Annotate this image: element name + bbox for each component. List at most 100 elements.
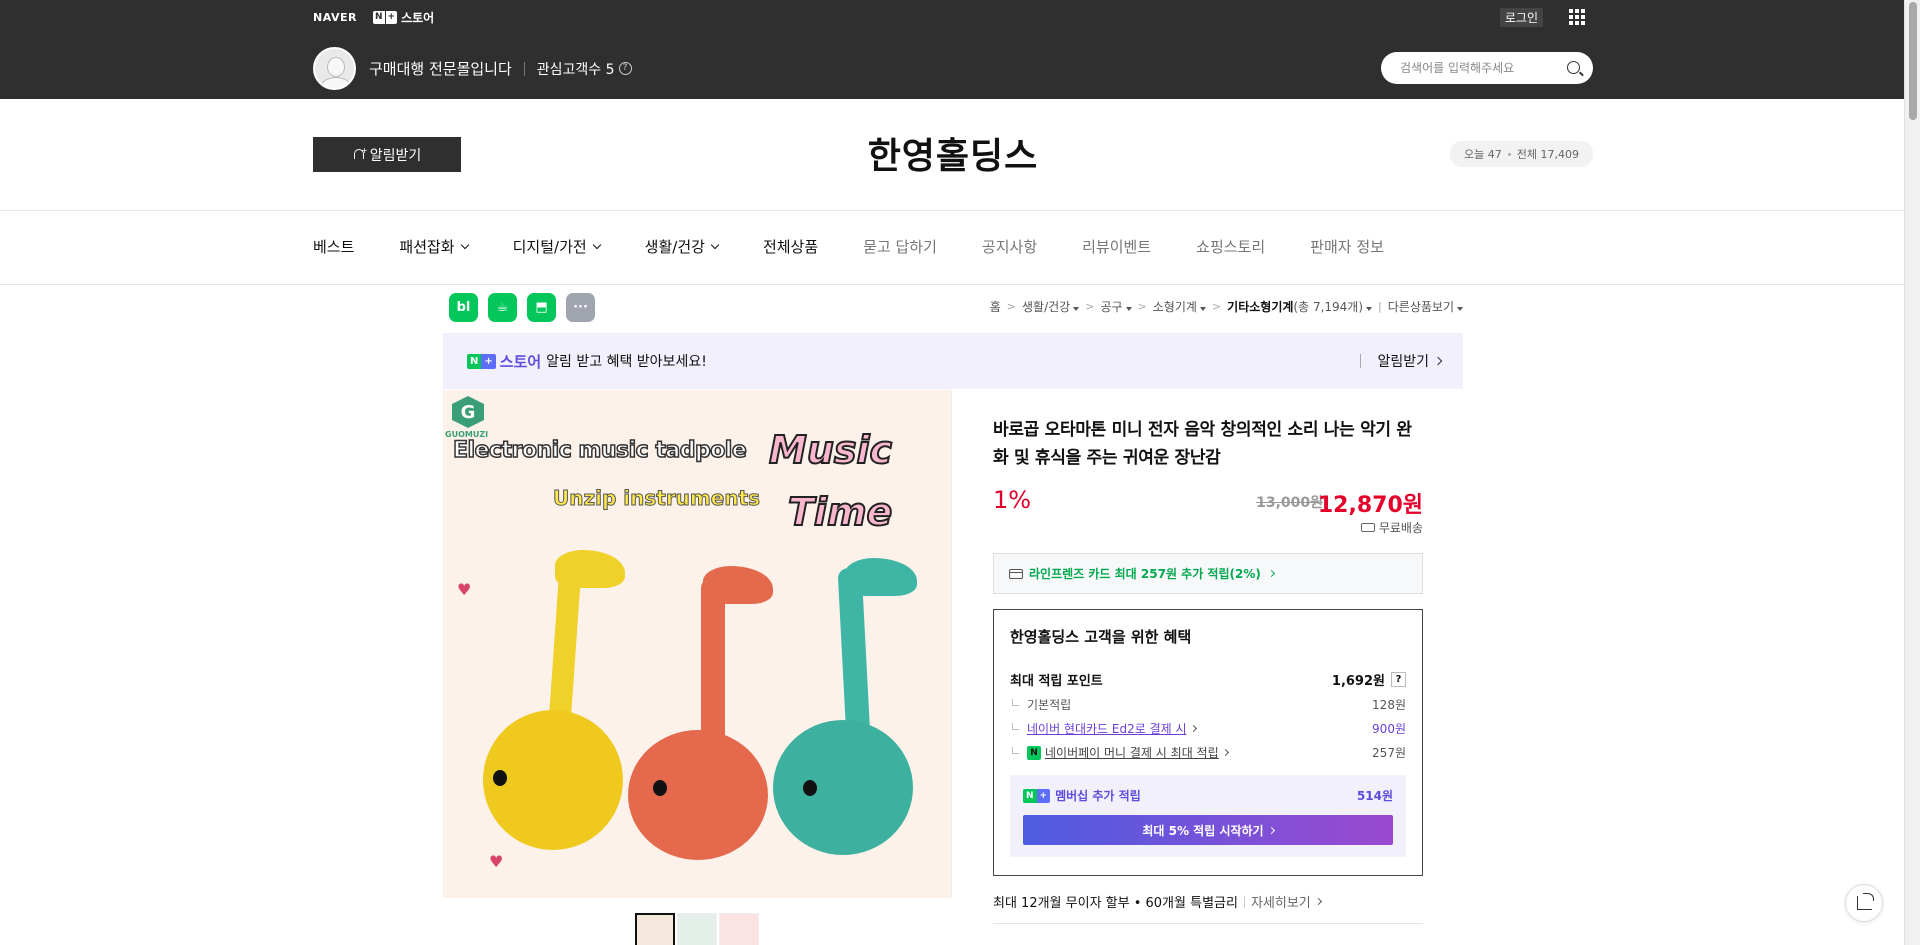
search-icon[interactable] <box>1567 61 1580 74</box>
category-item[interactable]: 패션잡화 <box>399 236 469 257</box>
naverpay-icon: N <box>1027 745 1041 760</box>
category-item[interactable]: 베스트 <box>313 236 354 257</box>
visitors-today: 오늘 47 <box>1464 148 1502 161</box>
card-point-link[interactable]: 네이버 현대카드 Ed2로 결제 시 <box>1027 720 1187 737</box>
category-item[interactable]: 쇼핑스토리 <box>1196 236 1265 257</box>
help-icon[interactable]: ? <box>618 62 632 75</box>
breadcrumb-item[interactable]: 공구 <box>1100 298 1132 315</box>
breadcrumb-separator: > <box>1211 300 1222 313</box>
card-point-row: 네이버 현대카드 Ed2로 결제 시 900원 <box>1010 720 1406 737</box>
store-logo-label: 스토어 <box>401 11 435 25</box>
naver-store-logo[interactable]: N + 스토어 <box>372 9 435 26</box>
divider <box>523 61 525 76</box>
help-icon[interactable]: ? <box>1391 672 1406 687</box>
shipping-label: 무료배송 <box>1378 521 1423 535</box>
membership-button-label: 최대 5% 적립 시작하기 <box>1142 823 1264 838</box>
breadcrumb-item[interactable]: 생활/건강 <box>1022 298 1080 315</box>
max-point-row: 최대 적립 포인트 1,692원 ? <box>1010 670 1406 689</box>
breadcrumb-separator: > <box>1085 300 1095 313</box>
membership-label: 멤버십 추가 적립 <box>1055 789 1141 803</box>
category-item[interactable]: 생활/건강 <box>645 236 720 257</box>
chevron-right-icon <box>1314 897 1322 906</box>
other-products-link[interactable]: 다른상품보기 <box>1388 298 1463 315</box>
naver-logo[interactable]: NAVER <box>313 11 357 24</box>
page-scrollbar[interactable] <box>1904 0 1920 945</box>
banner-alarm-link[interactable]: 알림받기 <box>1360 351 1443 371</box>
basic-point-row: 기본적립 128원 <box>1010 696 1406 713</box>
category-nav: 베스트 패션잡화 디지털/가전 생활/건강 전체상품 묻고 답하기 공지사항 리뷰이벤트 쇼핑스… <box>0 212 1904 285</box>
category-label: 공지사항 <box>981 238 1038 256</box>
breadcrumb-item-current[interactable]: 기타소형기계(총 7,194개) <box>1227 298 1373 315</box>
store-benefit-box: 한영홀딩스 고객을 위한 혜택 최대 적립 포인트 1,692원 ? 기본적립 … <box>993 609 1423 876</box>
breadcrumb-item[interactable]: 소형기계 <box>1153 298 1206 315</box>
heart-icon: ♥ <box>457 580 472 599</box>
more-icon[interactable]: ··· <box>566 293 595 322</box>
app-grid-icon[interactable] <box>1569 9 1585 25</box>
bookmark-icon[interactable]: ⬒ <box>527 293 556 322</box>
share-button[interactable] <box>1845 884 1883 922</box>
toy-green <box>773 550 943 870</box>
product-section: bl ☕ ⬒ ··· 홈 > 생활/건강 > 공구 > 소형기계 > 기타소형기계(총… <box>443 286 1463 945</box>
chevron-right-icon <box>1267 826 1275 834</box>
installment-more-link[interactable]: 자세히보기 <box>1251 892 1322 911</box>
avatar[interactable] <box>313 47 356 90</box>
search-box <box>1381 52 1593 84</box>
max-point-label: 최대 적립 포인트 <box>1010 674 1103 689</box>
visitor-count: 오늘 47 전체 17,409 <box>1450 141 1593 167</box>
visitors-total: 전체 17,409 <box>1516 148 1579 161</box>
seller-name[interactable]: 구매대행 전문몰입니다 <box>369 58 512 79</box>
category-label: 쇼핑스토리 <box>1196 238 1266 256</box>
price-row: 1% 13,000원 12,870원 <box>993 486 1423 518</box>
membership-start-button[interactable]: 최대 5% 적립 시작하기 <box>1023 815 1393 845</box>
category-label: 디지털/가전 <box>512 238 587 256</box>
scrollbar-thumb[interactable] <box>1909 2 1917 120</box>
discount-rate: 1% <box>993 486 1032 514</box>
store-title[interactable]: 한영홀딩스 <box>313 127 1593 179</box>
category-item[interactable]: 전체상품 <box>763 236 818 257</box>
breadcrumb-home[interactable]: 홈 <box>990 298 1001 315</box>
card-point-value: 900원 <box>1372 722 1406 736</box>
category-item[interactable]: 리뷰이벤트 <box>1082 236 1151 257</box>
talk-icon[interactable]: ☕ <box>488 293 517 322</box>
pay-point-link[interactable]: 네이버페이 머니 결제 시 최대 적립 <box>1045 744 1219 761</box>
category-label: 패션잡화 <box>399 238 455 256</box>
login-button[interactable]: 로그인 <box>1499 8 1543 27</box>
thumbnail-item[interactable] <box>677 913 717 945</box>
thumbnail-item[interactable] <box>635 913 675 945</box>
nplus-badge-icon: N + <box>1023 788 1051 803</box>
category-label: 묻고 답하기 <box>863 238 937 256</box>
max-point-value: 1,692원 ? <box>1332 670 1406 689</box>
card-benefit-box[interactable]: 라인프렌즈 카드 최대 257원 추가 적립(2%) <box>993 553 1423 594</box>
follower-count: 관심고객수 5 ? <box>537 59 632 79</box>
category-item[interactable]: 판매자 정보 <box>1310 236 1384 257</box>
pay-point-value: 257원 <box>1372 746 1406 760</box>
toy-red <box>623 560 783 880</box>
image-subline: Unzip instruments <box>552 486 761 511</box>
original-price: 13,000원 <box>1256 495 1323 511</box>
divider <box>1243 895 1245 908</box>
chevron-right-icon <box>1267 569 1275 578</box>
blog-icon[interactable]: bl <box>449 293 478 322</box>
nplus-badge-icon: N + <box>372 11 398 24</box>
category-item[interactable]: 묻고 답하기 <box>863 236 937 257</box>
brand-logo: G <box>452 396 484 428</box>
category-item[interactable]: 디지털/가전 <box>512 236 601 257</box>
chevron-down-icon <box>460 240 469 249</box>
thumbnail-item[interactable] <box>719 913 759 945</box>
basic-point-value: 128원 <box>1372 698 1406 712</box>
chevron-right-icon <box>1189 724 1197 733</box>
share-icon <box>1857 893 1874 910</box>
sale-price: 12,870원 <box>1317 493 1423 518</box>
search-input[interactable] <box>1400 52 1570 84</box>
banner-alarm-label: 알림받기 <box>1377 354 1429 370</box>
pay-point-row: N 네이버페이 머니 결제 시 최대 적립 257원 <box>1010 744 1406 761</box>
image-headline: Electronic music tadpole <box>452 437 747 464</box>
share-sns-list: bl ☕ ⬒ ··· <box>449 293 595 322</box>
follower-count-label: 관심고객수 5 <box>536 61 615 78</box>
category-item[interactable]: 공지사항 <box>982 236 1037 257</box>
image-music-word: Music <box>768 427 893 473</box>
product-title: 바로곱 오타마톤 미니 전자 음악 창의적인 소리 나는 악기 완화 및 휴식을… <box>993 420 1412 468</box>
product-main-image[interactable]: G GUOMUZI Electronic music tadpole Unzip… <box>443 390 952 898</box>
truck-icon <box>1360 523 1375 532</box>
card-benefit-label: 라인프렌즈 카드 최대 257원 추가 적립(2%) <box>1029 567 1261 581</box>
